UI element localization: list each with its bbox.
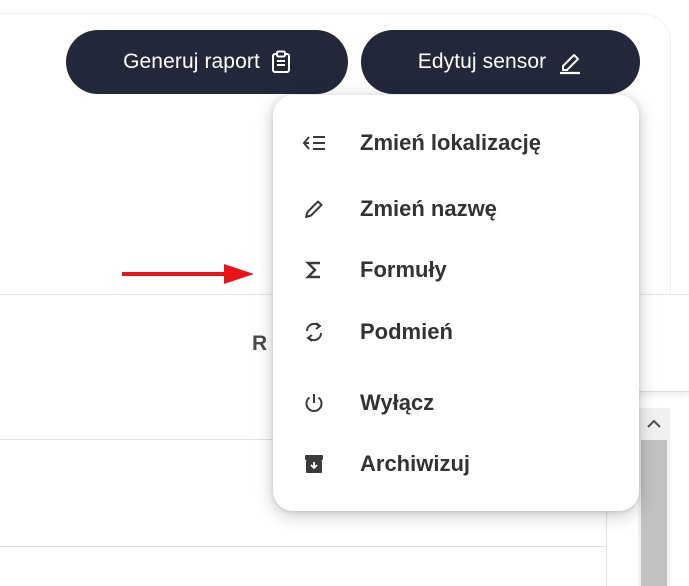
annotation-arrow-icon	[122, 264, 254, 284]
menu-item-label: Formuły	[360, 257, 447, 282]
table-row-divider	[0, 546, 606, 547]
sigma-icon	[301, 257, 327, 283]
menu-item-rename[interactable]: Zmień nazwę	[273, 178, 639, 240]
menu-item-change-location[interactable]: Zmień lokalizację	[273, 112, 639, 174]
scrollbar-thumb[interactable]	[641, 440, 667, 586]
menu-item-label: Wyłącz	[360, 390, 435, 415]
menu-item-disable[interactable]: Wyłącz	[273, 372, 639, 434]
menu-item-label: Archiwizuj	[360, 451, 471, 476]
menu-item-label: Podmień	[360, 319, 453, 344]
pencil-icon	[301, 196, 327, 222]
swap-icon	[301, 319, 327, 345]
scroll-up-arrow-icon[interactable]	[638, 408, 670, 440]
list-move-icon	[301, 130, 327, 156]
sensor-actions-menu: Zmień lokalizację Zmień nazwę Formuły Po…	[273, 95, 639, 511]
menu-item-replace[interactable]: Podmień	[273, 301, 639, 363]
column-header-partial: R	[252, 332, 268, 355]
generate-report-label: Generuj raport	[123, 50, 260, 73]
pencil-underline-icon	[557, 49, 583, 75]
menu-item-label: Zmień nazwę	[360, 196, 497, 221]
clipboard-icon	[271, 50, 291, 74]
archive-icon	[301, 451, 327, 477]
menu-item-label: Zmień lokalizację	[360, 130, 541, 155]
generate-report-button[interactable]: Generuj raport	[66, 30, 348, 94]
menu-item-archive[interactable]: Archiwizuj	[273, 433, 639, 495]
power-icon	[301, 390, 327, 416]
edit-sensor-label: Edytuj sensor	[417, 50, 547, 73]
menu-item-formulas[interactable]: Formuły	[273, 239, 639, 301]
edit-sensor-button[interactable]: Edytuj sensor	[361, 30, 640, 94]
